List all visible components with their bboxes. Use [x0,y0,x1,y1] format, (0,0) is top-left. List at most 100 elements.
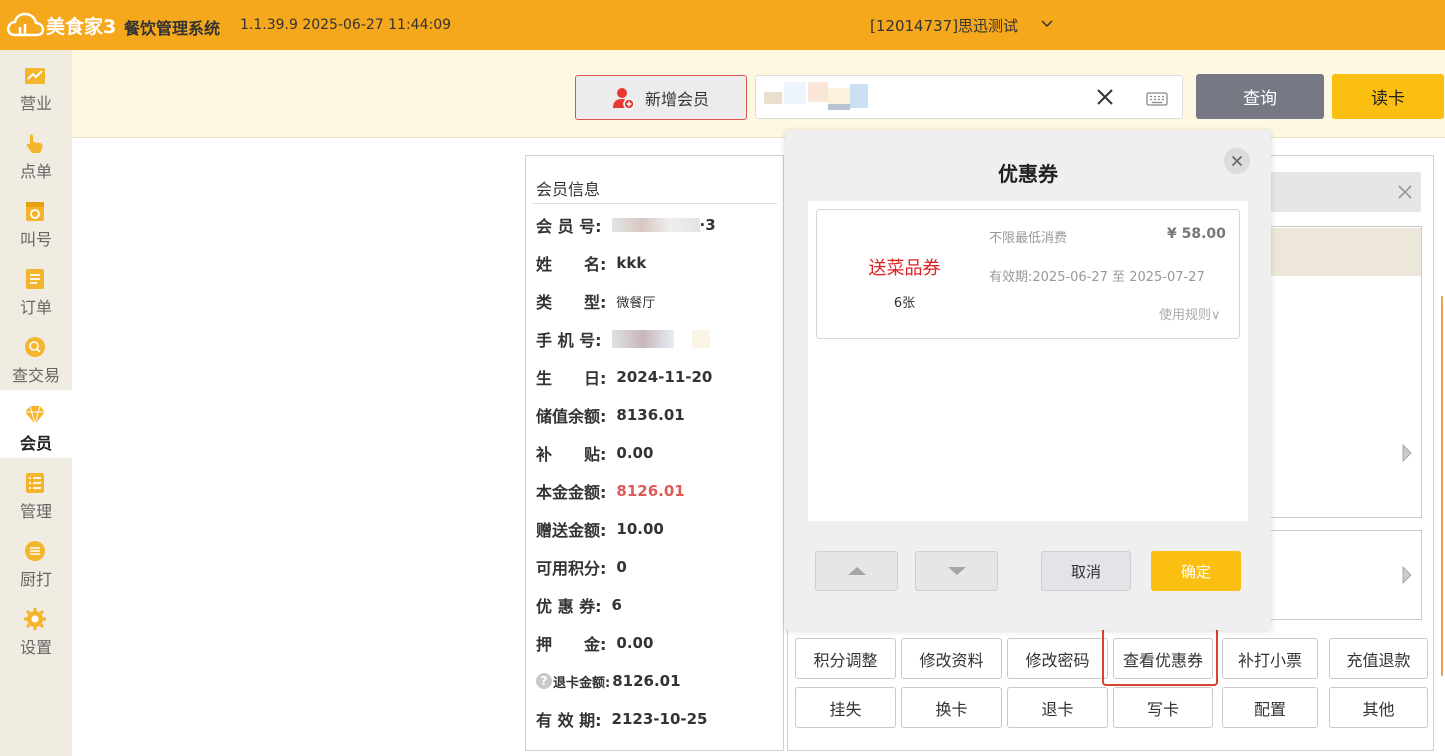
type-row: 类 型: 微餐厅 [536,289,655,313]
coupon-min-spend: 不限最低消费 [989,231,1068,246]
scroll-arrow-icon[interactable] [1402,444,1412,462]
redacted-search-value [764,82,874,112]
sidebar-item-settings[interactable]: 设置 [0,594,72,662]
system-name: 餐饮管理系统 [124,19,221,38]
checklist-icon [26,473,44,493]
member-search-input[interactable] [755,75,1183,119]
subsidy-value: 0.00 [616,444,654,462]
query-button[interactable]: 查询 [1196,74,1324,119]
birthday-value: 2024-11-20 [616,368,713,386]
other-button[interactable]: 其他 [1329,687,1428,728]
write-card-button[interactable]: 写卡 [1113,687,1213,728]
close-icon[interactable] [1224,148,1250,174]
close-icon[interactable] [1395,182,1415,202]
sidebar-label: 会员 [19,434,52,453]
recharge-refund-button[interactable]: 充值退款 [1329,638,1428,679]
hand-icon [26,134,43,153]
coupons-value: 6 [611,596,622,614]
refund-amount-label: 退卡金额: [553,675,611,691]
deposit-row: 押 金: 0.00 [536,631,653,655]
sidebar-label: 查交易 [11,366,60,385]
balance-label: 储值余额: [536,407,607,426]
app-logo: 美食家3 [6,10,116,40]
read-card-button[interactable]: 读卡 [1332,74,1444,119]
type-label: 类 型: [536,293,607,312]
points-row: 可用积分: 0 [536,555,627,579]
page-down-button[interactable] [915,551,998,591]
birthday-row: 生 日: 2024-11-20 [536,365,712,389]
cloud-logo-icon [7,12,44,37]
subsidy-row: 补 贴: 0.00 [536,441,653,465]
page-up-button[interactable] [815,551,898,591]
sidebar-label: 管理 [19,502,52,521]
sidebar-label: 点单 [19,162,52,181]
coupon-name: 送菜品券 [868,258,941,279]
member-info-panel: 会员信息 会 员 号: ·3 姓 名: kkk 类 型: 微餐厅 手 机 号: … [525,155,784,751]
triangle-up-icon [848,567,866,575]
sidebar-label: 设置 [19,638,52,657]
highlight-frame [1102,627,1218,686]
expiry-value: 2123-10-25 [611,710,708,728]
coupon-count: 6张 [893,296,916,311]
clear-search-icon[interactable] [1094,86,1116,108]
member-id-label: 会 员 号: [536,217,602,236]
cancel-button[interactable]: 取消 [1041,551,1131,591]
chart-icon [25,68,45,84]
reprint-receipt-button[interactable]: 补打小票 [1222,638,1318,679]
coupon-price: ¥ 58.00 [1167,226,1226,242]
sidebar: 营业 点单 叫号 订单 查交易 会员 管理 厨打 设置 [0,50,72,756]
redacted-value [611,330,674,348]
principal-row: 本金金额: 8126.01 [536,479,685,503]
chevron-down-icon[interactable] [1040,17,1054,31]
edit-profile-button[interactable]: 修改资料 [901,638,1002,679]
store-selector[interactable]: [12014737]思迅测试 [870,15,1018,36]
member-id-value: ·3 [699,216,716,234]
sidebar-item-transactions[interactable]: 查交易 [0,322,72,390]
scroll-arrow-icon[interactable] [1402,566,1412,584]
sidebar-item-management[interactable]: 管理 [0,458,72,526]
search-icon [25,337,45,357]
sidebar-item-business[interactable]: 营业 [0,50,72,118]
return-card-button[interactable]: 退卡 [1007,687,1108,728]
coupon-card[interactable]: 送菜品券 6张 不限最低消费 ¥ 58.00 有效期:2025-06-27 至 … [816,209,1240,339]
sidebar-label: 厨打 [19,570,52,589]
redacted-value [611,218,700,232]
balance-value: 8136.01 [616,406,685,424]
keyboard-icon[interactable] [1146,92,1168,106]
sidebar-item-kitchen-print[interactable]: 厨打 [0,526,72,594]
report-loss-button[interactable]: 挂失 [795,687,896,728]
coupons-label: 优 惠 券: [536,597,602,616]
sidebar-item-orders[interactable]: 订单 [0,254,72,322]
deposit-value: 0.00 [616,634,654,652]
config-button[interactable]: 配置 [1222,687,1318,728]
gift-amount-row: 赠送金额: 10.00 [536,517,664,541]
name-row: 姓 名: kkk [536,251,646,275]
change-password-button[interactable]: 修改密码 [1007,638,1108,679]
coupon-validity: 有效期:2025-06-27 至 2025-07-27 [989,270,1205,285]
subsidy-label: 补 贴: [536,445,607,464]
coupon-rules-toggle[interactable]: 使用规则∨ [1159,304,1221,323]
coupons-row: 优 惠 券: 6 [536,593,622,617]
expiry-row: 有 效 期: 2123-10-25 [536,707,708,731]
points-value: 0 [616,558,627,576]
sidebar-item-member[interactable]: 会员 [0,390,72,458]
list-icon [26,269,44,289]
name-value: kkk [616,254,647,272]
edge-indicator [1441,296,1443,676]
triangle-down-icon [948,567,966,575]
help-icon[interactable]: ? [536,673,552,689]
sidebar-item-call[interactable]: 叫号 [0,186,72,254]
replace-card-button[interactable]: 换卡 [901,687,1002,728]
sidebar-label: 营业 [19,94,52,113]
points-adjust-button[interactable]: 积分调整 [795,638,896,679]
confirm-button[interactable]: 确定 [1151,551,1241,591]
add-member-button[interactable]: 新增会员 [575,75,747,120]
type-value: 微餐厅 [616,295,656,311]
menu-icon [25,541,45,561]
expiry-label: 有 效 期: [536,711,602,730]
gear-icon [24,608,46,630]
refund-amount-value: 8126.01 [612,672,681,690]
coupon-list: 送菜品券 6张 不限最低消费 ¥ 58.00 有效期:2025-06-27 至 … [808,201,1248,521]
refund-amount-row: ? 退卡金额: 8126.01 [536,669,681,693]
sidebar-item-order[interactable]: 点单 [0,118,72,186]
